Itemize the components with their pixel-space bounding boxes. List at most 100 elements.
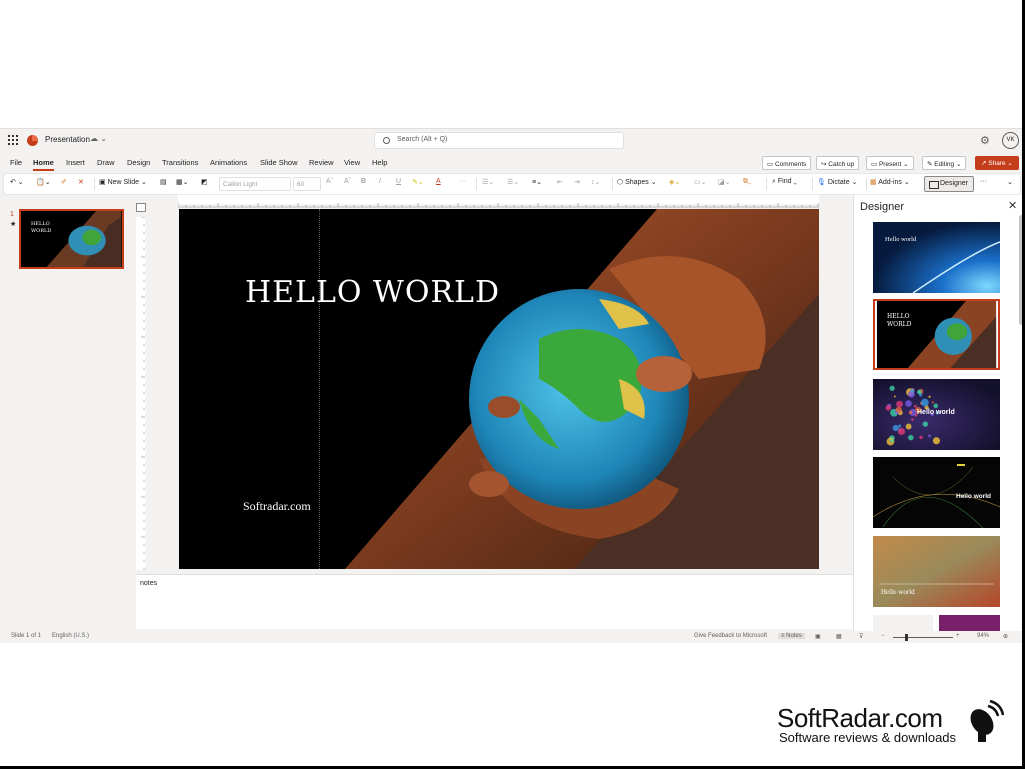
grow-font-icon[interactable]: Aˆ	[326, 178, 333, 185]
zoom-slider-thumb[interactable]	[905, 634, 908, 641]
user-avatar[interactable]: VK	[1002, 132, 1019, 149]
notes-text: notes	[140, 580, 158, 587]
reading-view-icon[interactable]: ⊽	[859, 633, 863, 640]
radar-dish-icon	[970, 700, 1004, 742]
designer-button[interactable]: Designer	[924, 176, 974, 192]
tab-help[interactable]: Help	[372, 158, 387, 167]
vertical-ruler	[136, 216, 145, 570]
tab-file[interactable]: File	[10, 158, 22, 167]
language-indicator[interactable]: English (U.S.)	[52, 633, 89, 639]
home-ribbon: ↶ ⌄ 📋⌄ ✐ ✕ ▣ New Slide ⌄ ▤ ▦⌄ ◩ Calibri …	[4, 174, 1020, 194]
undo-icon[interactable]: ↶ ⌄	[10, 178, 24, 186]
powerpoint-window: Presentation ☁ ⌄ Search (Alt + Q) ⚙ VK F…	[0, 128, 1025, 643]
shape-effects-icon[interactable]: ◪⌄	[718, 178, 730, 186]
tab-insert[interactable]: Insert	[66, 158, 85, 167]
tab-animations[interactable]: Animations	[210, 158, 247, 167]
bullets-icon[interactable]: ☰⌄	[482, 178, 494, 186]
title-bar: Presentation ☁ ⌄ Search (Alt + Q) ⚙ VK	[0, 129, 1025, 153]
align-icon[interactable]: ≡⌄	[532, 178, 542, 186]
tab-transitions[interactable]: Transitions	[162, 158, 198, 167]
zoom-slider[interactable]	[893, 637, 953, 638]
paste-icon[interactable]: 📋⌄	[36, 178, 51, 186]
zoom-out-icon[interactable]: −	[881, 633, 885, 639]
design-option-3[interactable]: Hello world	[873, 379, 1000, 450]
tab-slide-show[interactable]: Slide Show	[260, 158, 298, 167]
numbering-icon[interactable]: ☰⌄	[507, 178, 519, 186]
alignment-guide	[319, 209, 320, 569]
bold-button[interactable]: B	[361, 178, 366, 185]
slide-thumbnail-pane: 1 ★ HELLO WORLD	[0, 199, 133, 631]
share-button[interactable]: ↗ Share ⌄	[975, 156, 1019, 170]
slide-subtitle[interactable]: Softradar.com	[243, 499, 311, 514]
design-option-1[interactable]: Hello world	[873, 222, 1000, 293]
find-button[interactable]: ⌕ Find ⌄	[772, 178, 797, 186]
tab-draw[interactable]: Draw	[97, 158, 115, 167]
ribbon-tabs: File Home Insert Draw Design Transitions…	[0, 153, 1025, 173]
more-options-icon[interactable]: ···	[980, 178, 987, 185]
close-icon[interactable]: ✕	[1008, 199, 1017, 212]
shape-fill-icon[interactable]: ◈⌄	[669, 178, 680, 186]
comments-button[interactable]: ▭ Comments	[762, 156, 812, 170]
editing-mode-button[interactable]: ✎ Editing ⌄	[922, 156, 967, 170]
slide-number: 1	[10, 211, 14, 218]
highlight-icon[interactable]: ✎⌄	[412, 178, 424, 186]
decrease-indent-icon[interactable]: ⇤	[557, 178, 563, 186]
font-name-select[interactable]: Calibri Light	[219, 177, 291, 191]
animation-star-icon: ★	[10, 221, 17, 228]
tab-home[interactable]: Home	[33, 158, 54, 171]
dictate-button[interactable]: 🎙 Dictate ⌄	[817, 178, 857, 186]
app-launcher-icon[interactable]	[8, 135, 18, 145]
notes-pane[interactable]: notes	[136, 574, 853, 629]
tab-review[interactable]: Review	[309, 158, 334, 167]
normal-view-icon[interactable]: ▣	[815, 633, 821, 640]
clear-icon[interactable]: ✕	[78, 178, 84, 186]
slide-count: Slide 1 of 1	[11, 633, 42, 639]
arrange-icon[interactable]: ⧉⌄	[743, 178, 751, 186]
design-option-4[interactable]: Hello world	[873, 457, 1000, 528]
addins-button[interactable]: ▦ Add-ins ⌄	[870, 178, 910, 186]
ribbon-collapse-icon[interactable]: ⌄	[1007, 178, 1013, 186]
design-option-2[interactable]: HELLO WORLD	[873, 299, 1000, 370]
shapes-button[interactable]: ⬡ Shapes ⌄	[617, 178, 657, 186]
italic-button[interactable]: I	[379, 178, 381, 185]
document-title[interactable]: Presentation	[45, 135, 90, 144]
more-font-options[interactable]: ···	[459, 178, 466, 185]
reuse-slides-icon[interactable]: ▤	[160, 178, 167, 186]
zoom-level[interactable]: 94%	[977, 633, 989, 639]
fit-to-window-icon[interactable]: ⊕	[1003, 633, 1008, 640]
search-box[interactable]: Search (Alt + Q)	[374, 132, 624, 149]
search-placeholder: Search (Alt + Q)	[397, 136, 448, 143]
underline-button[interactable]: U	[396, 178, 401, 185]
font-size-select[interactable]: 60	[293, 177, 321, 191]
zoom-in-icon[interactable]: +	[956, 633, 960, 639]
slide-sorter-icon[interactable]: ▦	[836, 633, 842, 640]
slide-title[interactable]: HELLO WORLD	[245, 275, 500, 310]
line-spacing-icon[interactable]: ↕⌄	[591, 178, 600, 186]
slide-thumbnail-1[interactable]: HELLO WORLD	[19, 209, 124, 269]
search-icon	[383, 137, 390, 144]
new-slide-button[interactable]: ▣ New Slide ⌄	[99, 178, 147, 186]
design-option-5[interactable]: Hello world	[873, 536, 1000, 607]
layout-icon[interactable]: ▦⌄	[176, 178, 188, 186]
shape-outline-icon[interactable]: ▭⌄	[694, 178, 706, 186]
slide-canvas[interactable]: HELLO WORLD Softradar.com	[179, 209, 819, 569]
background-icon[interactable]: ◩	[201, 178, 208, 186]
font-color-button[interactable]: A	[436, 178, 441, 185]
horizontal-ruler	[177, 195, 819, 208]
design-option-6[interactable]	[873, 615, 1000, 631]
increase-indent-icon[interactable]: ⇥	[574, 178, 580, 186]
ruler-toggle[interactable]	[136, 203, 146, 212]
save-status-icon[interactable]: ☁ ⌄	[90, 134, 107, 143]
notes-toggle[interactable]: ≡ Notes	[778, 633, 805, 639]
slide-background-graphic	[179, 209, 819, 569]
format-painter-icon[interactable]: ✐	[61, 178, 67, 186]
thumbnail-graphic	[21, 211, 122, 267]
shrink-font-icon[interactable]: Aˇ	[344, 178, 351, 185]
feedback-link[interactable]: Give Feedback to Microsoft	[694, 633, 767, 639]
tab-view[interactable]: View	[344, 158, 360, 167]
present-button[interactable]: ▭ Present ⌄	[866, 156, 914, 170]
settings-gear-icon[interactable]: ⚙	[980, 134, 990, 147]
catch-up-button[interactable]: ↪ Catch up	[816, 156, 860, 170]
designer-pane: Designer ✕ Hello world HELLO WORLD Hello…	[853, 195, 1025, 631]
tab-design[interactable]: Design	[127, 158, 150, 167]
